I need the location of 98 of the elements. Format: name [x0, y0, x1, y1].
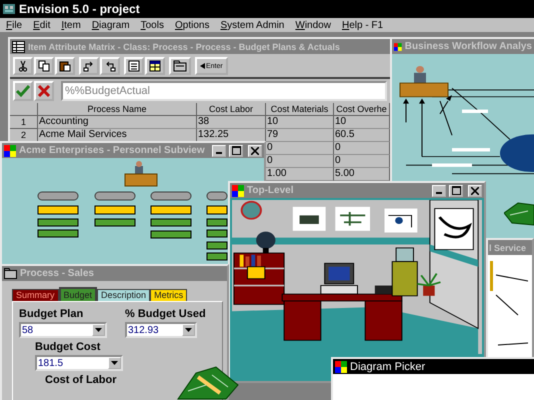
triangle-icon — [200, 63, 205, 69]
window-title: Process - Sales — [20, 268, 94, 279]
money-pile-drawing — [504, 202, 534, 226]
minimize-icon — [216, 152, 222, 154]
app-icon — [394, 40, 402, 52]
copy-icon[interactable] — [34, 57, 54, 75]
app-icon — [232, 184, 244, 196]
scissors-icon[interactable] — [13, 57, 33, 75]
table-cell: 38 — [197, 116, 266, 129]
org-chart-node — [150, 192, 192, 200]
menu-item[interactable]: Window — [295, 20, 331, 30]
org-chart-node — [150, 206, 192, 214]
table-cell: 132.25 — [197, 129, 266, 142]
table-cell: Accounting — [38, 116, 197, 129]
org-chart-node — [38, 192, 78, 200]
table-icon[interactable] — [145, 57, 165, 75]
table-cell: 0 — [266, 142, 334, 155]
table-cell: 60.5 — [334, 129, 390, 142]
org-chart-node — [94, 206, 136, 214]
column-header[interactable]: Process Name — [38, 103, 197, 116]
folder-icon — [4, 268, 17, 279]
table-cell: 10 — [334, 116, 390, 129]
menu-item[interactable]: Help - F1 — [342, 20, 384, 30]
cancel-button[interactable] — [34, 81, 54, 101]
table-cell: 79 — [266, 129, 334, 142]
app-icon — [4, 144, 16, 156]
field-label: Budget Plan — [19, 308, 84, 320]
field-label: Cost of Labor — [45, 374, 116, 386]
dropdown-field[interactable]: 312.93 — [125, 322, 197, 338]
table-cell: 0 — [266, 155, 334, 168]
minimize-button[interactable] — [432, 184, 446, 196]
table-cell: 0 — [334, 155, 390, 168]
formula-field[interactable]: %%BudgetActual — [61, 81, 387, 101]
window-title: Diagram Picker — [350, 360, 426, 372]
menu-item[interactable]: File — [6, 20, 22, 30]
minimize-button[interactable] — [212, 144, 226, 156]
window-title: Business Workflow Analys — [404, 41, 532, 52]
org-chart-node — [94, 192, 136, 200]
dropdown-button[interactable] — [92, 324, 105, 336]
dropdown-field[interactable]: 181.5 — [35, 355, 123, 371]
org-chart-node — [38, 206, 78, 214]
tab[interactable]: Budget — [58, 287, 98, 301]
table-cell: 1.00 — [266, 168, 334, 181]
tab[interactable]: Summary — [12, 289, 59, 301]
org-chart-node — [206, 192, 228, 200]
caret-icon — [185, 328, 192, 332]
close-button[interactable] — [248, 144, 262, 156]
org-chart-node — [206, 252, 228, 260]
menu-item[interactable]: System Admin — [220, 20, 284, 30]
dropdown-button[interactable] — [108, 357, 121, 369]
window-title: l Service — [489, 242, 526, 252]
calculator-icon[interactable] — [124, 57, 144, 75]
org-chart-node — [150, 230, 192, 238]
menu-item[interactable]: Options — [174, 20, 210, 30]
app-icon — [335, 360, 347, 372]
org-chart-node — [38, 230, 78, 238]
org-chart-node — [94, 218, 136, 226]
person-at-desk-drawing — [124, 161, 158, 186]
folder-icon[interactable] — [169, 57, 191, 75]
tab[interactable]: Description — [97, 289, 150, 301]
maximize-button[interactable] — [449, 184, 463, 196]
org-chart-node — [206, 206, 228, 214]
menu-item[interactable]: Edit — [33, 20, 50, 30]
tab[interactable]: Metrics — [150, 289, 188, 301]
caret-icon — [95, 328, 102, 332]
maximize-button[interactable] — [229, 144, 243, 156]
money-pile-drawing — [177, 366, 239, 400]
table-cell: 5.00 — [334, 168, 390, 181]
menu-item[interactable]: Tools — [140, 20, 164, 30]
menu-item[interactable]: Item — [61, 20, 81, 30]
column-header[interactable]: Cost Labor — [197, 103, 266, 116]
dropdown-field[interactable]: 58 — [19, 322, 107, 338]
app-icon — [2, 2, 16, 16]
window-title: Item Attribute Matrix - Class: Process - Process - Budget Plans & Actuals — [28, 42, 340, 52]
org-chart-node — [206, 218, 228, 226]
window-title: Top-Level — [247, 185, 294, 196]
table-cell: Acme Mail Services — [38, 129, 197, 142]
dropdown-button[interactable] — [182, 324, 195, 336]
confirm-button[interactable] — [13, 81, 33, 101]
org-chart-node — [38, 218, 78, 226]
org-chart-node — [150, 218, 192, 226]
table-cell: 0 — [334, 142, 390, 155]
caret-icon — [111, 361, 118, 365]
close-button[interactable] — [468, 184, 482, 196]
minimize-icon — [436, 192, 442, 194]
column-header[interactable]: Cost Overhe — [334, 103, 390, 116]
grid-icon — [12, 40, 25, 52]
window-title: Acme Enterprises - Personnel Subview — [19, 145, 205, 156]
app-title: Envision 5.0 - project — [19, 2, 140, 16]
row-header[interactable]: 1 — [10, 116, 38, 129]
table-cell: 10 — [266, 116, 334, 129]
column-header[interactable]: Cost Materials — [266, 103, 334, 116]
field-label: Budget Cost — [35, 341, 100, 353]
field-label: % Budget Used — [125, 308, 206, 320]
org-chart-node — [206, 242, 228, 250]
org-chart-node — [206, 230, 228, 238]
clipboard-icon[interactable] — [55, 57, 75, 75]
menu-item[interactable]: Diagram — [92, 20, 130, 30]
